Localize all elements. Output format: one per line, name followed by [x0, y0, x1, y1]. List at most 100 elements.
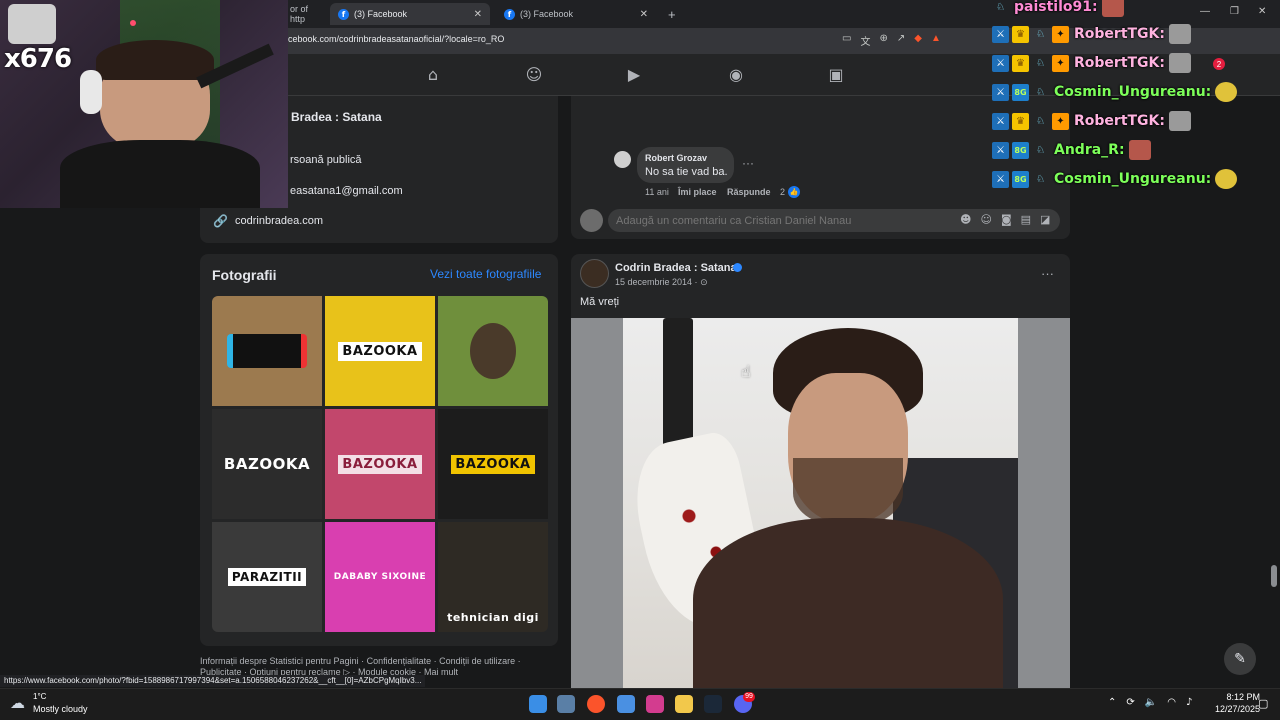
new-message-button[interactable]: ✎ [1224, 643, 1256, 675]
comment-author[interactable]: Robert Grozav [645, 153, 707, 163]
discord-badge: 99 [743, 692, 755, 702]
post-author[interactable]: Codrin Bradea : Satana [615, 262, 737, 274]
maximize-icon[interactable]: ❐ [1230, 6, 1239, 17]
photos-title: Fotografii [212, 267, 277, 283]
tree-light [130, 20, 136, 26]
share-icon[interactable]: ↗ [897, 33, 905, 48]
post-options-icon[interactable]: ··· [1041, 266, 1054, 281]
photo-thumb[interactable]: DABABY SIXOINE [325, 522, 435, 632]
close-tab-icon[interactable]: ✕ [640, 9, 648, 20]
weather-temperature[interactable]: 1°C [33, 692, 46, 701]
post-image[interactable] [571, 318, 1070, 688]
page-name: Bradea : Satana [291, 110, 382, 124]
gift-badge-icon: ✦ [1052, 54, 1069, 72]
file-explorer-icon[interactable] [675, 695, 693, 713]
sync-icon[interactable]: ⟳ [1126, 697, 1134, 708]
brave-shields-icon[interactable]: ◆ [914, 33, 922, 48]
comment-like-link[interactable]: Îmi place [678, 187, 717, 197]
comment-time[interactable]: 11 ani [645, 187, 669, 197]
my-avatar[interactable] [580, 209, 603, 232]
emoji-icon[interactable]: ☺ [980, 213, 991, 226]
taskbar [0, 688, 1280, 720]
post-author-avatar[interactable] [580, 259, 609, 288]
new-tab-button[interactable]: + [660, 3, 680, 25]
subscriber-badge-icon: ♘ [1036, 86, 1045, 98]
scrollbar-thumb[interactable] [1271, 565, 1277, 587]
install-icon[interactable]: ▭ [842, 33, 851, 48]
post-photo [623, 318, 1018, 688]
sword-badge-icon: ⚔ [992, 170, 1009, 188]
photo-caption: BAZOOKA [338, 341, 422, 361]
intro-email[interactable]: easatana1@gmail.com [290, 185, 403, 197]
photo-thumb[interactable]: BAZOOKA [438, 409, 548, 519]
emote-icon [1101, 0, 1124, 17]
zoom-icon[interactable]: ⊕ [879, 33, 887, 48]
cloud-icon[interactable]: ☁ [10, 694, 25, 712]
sword-badge-icon: ⚔ [992, 112, 1009, 130]
wifi-icon[interactable]: ◠ [1167, 697, 1176, 708]
emote-icon [1215, 169, 1238, 189]
camera-icon[interactable]: ◙ [1001, 213, 1012, 226]
search-icon[interactable] [557, 695, 575, 713]
comment-reply-link[interactable]: Răspunde [727, 187, 771, 197]
comment-author-avatar[interactable] [614, 151, 631, 168]
photo-thumb[interactable] [438, 296, 548, 406]
notification-center-icon[interactable]: ▢ [1258, 697, 1268, 710]
gif-icon[interactable]: ▤ [1021, 213, 1031, 226]
weather-description[interactable]: Mostly cloudy [33, 704, 88, 714]
chat-message: ♘ paistilo91: [992, 0, 1124, 18]
photo-caption: tehnician digi [447, 611, 539, 624]
post-date[interactable]: 15 decembrie 2014 · ⊙ [615, 277, 708, 288]
minimize-icon[interactable]: — [1200, 6, 1210, 17]
clock[interactable]: 8:12 PM 12/27/2025 [1215, 691, 1260, 715]
mouse-cursor: ☝ [741, 362, 751, 381]
tier-badge-icon: 8G [1012, 170, 1029, 188]
app-icon[interactable] [617, 695, 635, 713]
close-window-icon[interactable]: ✕ [1258, 6, 1266, 17]
close-tab-icon[interactable]: ✕ [474, 9, 482, 20]
footer-line-1[interactable]: Informații despre Statistici pentru Pagi… [200, 656, 560, 667]
photo-thumb[interactable]: BAZOOKA [325, 296, 435, 406]
chat-username: paistilo91: [1014, 0, 1098, 15]
volume-icon[interactable]: 🔈 [1145, 697, 1157, 708]
groups-icon[interactable]: ◉ [726, 65, 746, 85]
subscriber-badge-icon: ♘ [1036, 144, 1045, 156]
sticker-icon[interactable]: ◪ [1040, 213, 1050, 226]
gift-badge-icon: ✦ [1052, 112, 1069, 130]
home-icon[interactable]: ⌂ [423, 65, 443, 85]
photo-thumb[interactable]: PARAZITII [212, 522, 322, 632]
url-text[interactable]: cebook.com/codrinbradeasatanaoficial/?lo… [288, 34, 504, 44]
photo-thumb[interactable]: tehnician digi [438, 522, 548, 632]
tab-facebook[interactable]: f (3) Facebook ✕ [496, 3, 656, 25]
photo-caption: BAZOOKA [223, 455, 311, 473]
webcam-overlay: x676 [0, 0, 288, 208]
intro-website[interactable]: codrinbradea.com [235, 215, 323, 227]
comment-more-icon[interactable]: ··· [742, 156, 754, 170]
subscriber-badge-icon: ♘ [1036, 173, 1045, 185]
comment-like-count[interactable]: 2 [780, 187, 785, 197]
speaker-icon[interactable]: ♪ [1186, 697, 1192, 708]
emote-icon [1169, 53, 1191, 73]
notification-badge[interactable]: 2 [1213, 58, 1225, 70]
see-all-photos-link[interactable]: Vezi toate fotografiile [430, 267, 541, 281]
comment-input-icons: ☻ ☺ ◙ ▤ ◪ [960, 213, 1050, 226]
photo-caption: BAZOOKA [338, 454, 422, 474]
tray-chevron-icon[interactable]: ⌃ [1108, 697, 1116, 708]
photo-thumb[interactable]: BAZOOKA [325, 409, 435, 519]
photo-thumb[interactable] [212, 296, 322, 406]
photo-thumb[interactable]: BAZOOKA [212, 409, 322, 519]
photo-caption: DABABY SIXOINE [333, 572, 427, 582]
start-menu-icon[interactable] [529, 695, 547, 713]
brave-browser-icon[interactable] [587, 695, 605, 713]
avatar-sticker-icon[interactable]: ☻ [960, 213, 971, 226]
steam-icon[interactable] [704, 695, 722, 713]
brave-rewards-icon[interactable]: ▲ [931, 33, 941, 48]
address-bar-icons: ▭ 文 ⊕ ↗ ◆ ▲ [842, 33, 941, 48]
tab-facebook-active[interactable]: f (3) Facebook ✕ [330, 3, 490, 25]
video-icon[interactable]: ▶ [624, 65, 644, 85]
friends-icon[interactable]: ☺ [524, 65, 544, 85]
tab-other[interactable]: or of http [282, 3, 326, 25]
gaming-icon[interactable]: ▣ [826, 65, 846, 85]
translate-icon[interactable]: 文 [860, 33, 870, 48]
app-icon[interactable] [646, 695, 664, 713]
